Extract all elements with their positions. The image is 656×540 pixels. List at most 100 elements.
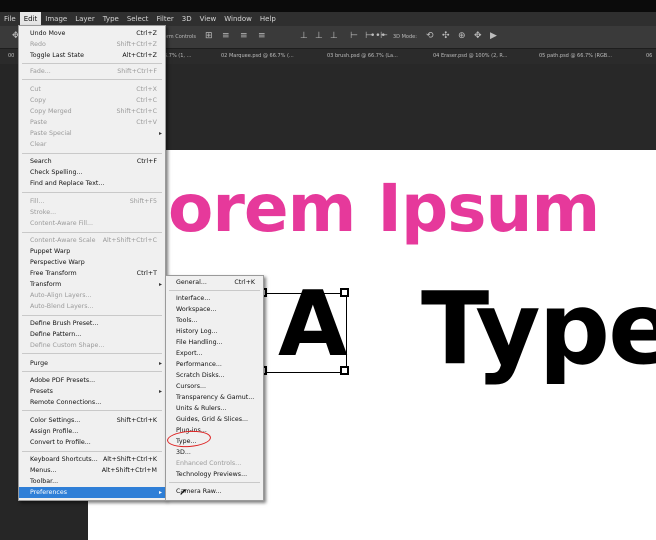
- menu-item-shortcut: Alt+Shift+Ctrl+M: [101, 467, 157, 474]
- menu-item-undo-move[interactable]: Undo Move Ctrl+Z: [19, 28, 165, 39]
- menu-item-label: Paste Special: [30, 130, 72, 137]
- transform-controls-label[interactable]: form Controls: [162, 34, 196, 40]
- menu-item-file-handling[interactable]: File Handling...: [166, 337, 263, 348]
- menu-item-search[interactable]: Search Ctrl+F: [19, 156, 165, 167]
- menu-item-check-spelling[interactable]: Check Spelling...: [19, 167, 165, 178]
- menu-item-technology-previews[interactable]: Technology Previews...: [166, 469, 263, 480]
- document-tab[interactable]: 05 path.psd @ 66.7% (RGB...: [539, 53, 612, 59]
- document-tab[interactable]: 06: [646, 53, 652, 59]
- menu-item-copy-merged: Copy Merged Shift+Ctrl+C: [19, 106, 165, 117]
- menu-item-perspective-warp[interactable]: Perspective Warp: [19, 257, 165, 268]
- menu-item-presets[interactable]: Presets ▸: [19, 386, 165, 397]
- option-icon[interactable]: ▶: [490, 31, 497, 41]
- menu-item-shortcut: Shift+Ctrl+K: [116, 417, 157, 424]
- menu-item-cursors[interactable]: Cursors...: [166, 381, 263, 392]
- menu-window[interactable]: Window: [220, 12, 256, 26]
- menu-item-puppet-warp[interactable]: Puppet Warp: [19, 246, 165, 257]
- menu-separator: [22, 232, 162, 233]
- menu-item-label: General...: [176, 279, 207, 286]
- transform-handle[interactable]: [340, 366, 349, 375]
- menu-item-transparency-gamut[interactable]: Transparency & Gamut...: [166, 392, 263, 403]
- menu-file[interactable]: File: [0, 12, 20, 26]
- option-icon[interactable]: ⊥: [315, 31, 323, 41]
- menu-separator: [22, 153, 162, 154]
- option-icon[interactable]: ⊥: [330, 31, 338, 41]
- menu-item-label: Color Settings...: [30, 417, 81, 424]
- option-icon[interactable]: ⊞: [205, 31, 213, 41]
- option-icon[interactable]: ≡: [258, 31, 266, 41]
- option-icon[interactable]: ⊢: [350, 31, 358, 41]
- menu-item-label: File Handling...: [176, 339, 223, 346]
- menu-item-performance[interactable]: Performance...: [166, 359, 263, 370]
- menu-item-shortcut: Shift+Ctrl+F: [117, 68, 157, 75]
- menu-item-menus[interactable]: Menus... Alt+Shift+Ctrl+M: [19, 465, 165, 476]
- menu-item-shortcut: Ctrl+X: [136, 86, 157, 93]
- menu-item-general[interactable]: General... Ctrl+K: [166, 277, 263, 288]
- menu-item-label: Guides, Grid & Slices...: [176, 416, 249, 423]
- menu-help[interactable]: Help: [256, 12, 280, 26]
- menu-item-color-settings[interactable]: Color Settings... Shift+Ctrl+K: [19, 415, 165, 426]
- option-icon[interactable]: ⊕: [458, 31, 466, 41]
- menu-view[interactable]: View: [196, 12, 221, 26]
- menu-item-label: Menus...: [30, 467, 57, 474]
- option-icon[interactable]: ✣: [442, 31, 450, 41]
- document-tab[interactable]: 02 Marquee.psd @ 66.7% (...: [221, 53, 294, 59]
- menu-item-purge[interactable]: Purge ▸: [19, 358, 165, 369]
- menu-item-find-and-replace-text[interactable]: Find and Replace Text...: [19, 178, 165, 189]
- menu-item-label: Workspace...: [176, 306, 217, 313]
- document-tab[interactable]: 04 Eraser.psd @ 100% (2, R...: [433, 53, 508, 59]
- menu-item-3d[interactable]: 3D...: [166, 447, 263, 458]
- menu-item-assign-profile[interactable]: Assign Profile...: [19, 426, 165, 437]
- menu-item-toggle-last-state[interactable]: Toggle Last State Alt+Ctrl+Z: [19, 50, 165, 61]
- menu-item-shortcut: Ctrl+T: [136, 270, 157, 277]
- menu-item-free-transform[interactable]: Free Transform Ctrl+T: [19, 268, 165, 279]
- menu-edit[interactable]: Edit: [19, 12, 42, 26]
- menu-item-interface[interactable]: Interface...: [166, 293, 263, 304]
- option-icon[interactable]: ≡: [222, 31, 230, 41]
- menu-item-shortcut: Ctrl+V: [136, 119, 157, 126]
- transform-handle[interactable]: [340, 288, 349, 297]
- title-strip: [0, 0, 656, 12]
- menu-item-content-aware-scale: Content-Aware Scale Alt+Shift+Ctrl+C: [19, 235, 165, 246]
- option-icon[interactable]: ⟲: [426, 31, 434, 41]
- menu-layer[interactable]: Layer: [71, 12, 99, 26]
- option-icon[interactable]: ⊥: [300, 31, 308, 41]
- option-icon[interactable]: •••: [370, 31, 386, 41]
- menu-item-label: Define Pattern...: [30, 331, 82, 338]
- document-tab[interactable]: 00: [8, 53, 14, 59]
- menu-item-define-brush-preset[interactable]: Define Brush Preset...: [19, 318, 165, 329]
- option-icon[interactable]: ✥: [474, 31, 482, 41]
- menu-item-workspace[interactable]: Workspace...: [166, 304, 263, 315]
- submenu-arrow-icon: ▸: [158, 281, 162, 288]
- menu-item-export[interactable]: Export...: [166, 348, 263, 359]
- menu-item-transform[interactable]: Transform ▸: [19, 279, 165, 290]
- menu-item-shortcut: Shift+Ctrl+Z: [116, 41, 157, 48]
- menu-item-history-log[interactable]: History Log...: [166, 326, 263, 337]
- menu-item-guides-grid-slices[interactable]: Guides, Grid & Slices...: [166, 414, 263, 425]
- menu-select[interactable]: Select: [123, 12, 153, 26]
- option-icon[interactable]: ≡: [240, 31, 248, 41]
- menu-item-label: Stroke...: [30, 209, 57, 216]
- menu-type[interactable]: Type: [99, 12, 123, 26]
- menu-item-convert-to-profile[interactable]: Convert to Profile...: [19, 437, 165, 448]
- menu-item-label: Assign Profile...: [30, 428, 79, 435]
- menu-item-toolbar[interactable]: Toolbar...: [19, 476, 165, 487]
- menu-item-define-pattern[interactable]: Define Pattern...: [19, 329, 165, 340]
- menu-item-keyboard-shortcuts[interactable]: Keyboard Shortcuts... Alt+Shift+Ctrl+K: [19, 454, 165, 465]
- menu-item-shortcut: Ctrl+C: [136, 97, 157, 104]
- menu-item-units-rulers[interactable]: Units & Rulers...: [166, 403, 263, 414]
- menu-filter[interactable]: Filter: [152, 12, 177, 26]
- menu-item-tools[interactable]: Tools...: [166, 315, 263, 326]
- document-tab[interactable]: 6.7% (1, ...: [164, 53, 191, 59]
- menu-item-preferences[interactable]: Preferences ▸: [19, 487, 165, 498]
- menu-item-remote-connections[interactable]: Remote Connections...: [19, 397, 165, 408]
- menu-item-adobe-pdf-presets[interactable]: Adobe PDF Presets...: [19, 375, 165, 386]
- menu-3d[interactable]: 3D: [178, 12, 196, 26]
- document-tab[interactable]: 03 brush.psd @ 66.7% (La...: [327, 53, 398, 59]
- type-word: Type: [421, 270, 656, 387]
- menu-item-scratch-disks[interactable]: Scratch Disks...: [166, 370, 263, 381]
- menu-image[interactable]: Image: [41, 12, 71, 26]
- menu-item-label: Perspective Warp: [30, 259, 85, 266]
- menu-item-label: Enhanced Controls...: [176, 460, 242, 467]
- menu-item-fill: Fill... Shift+F5: [19, 196, 165, 207]
